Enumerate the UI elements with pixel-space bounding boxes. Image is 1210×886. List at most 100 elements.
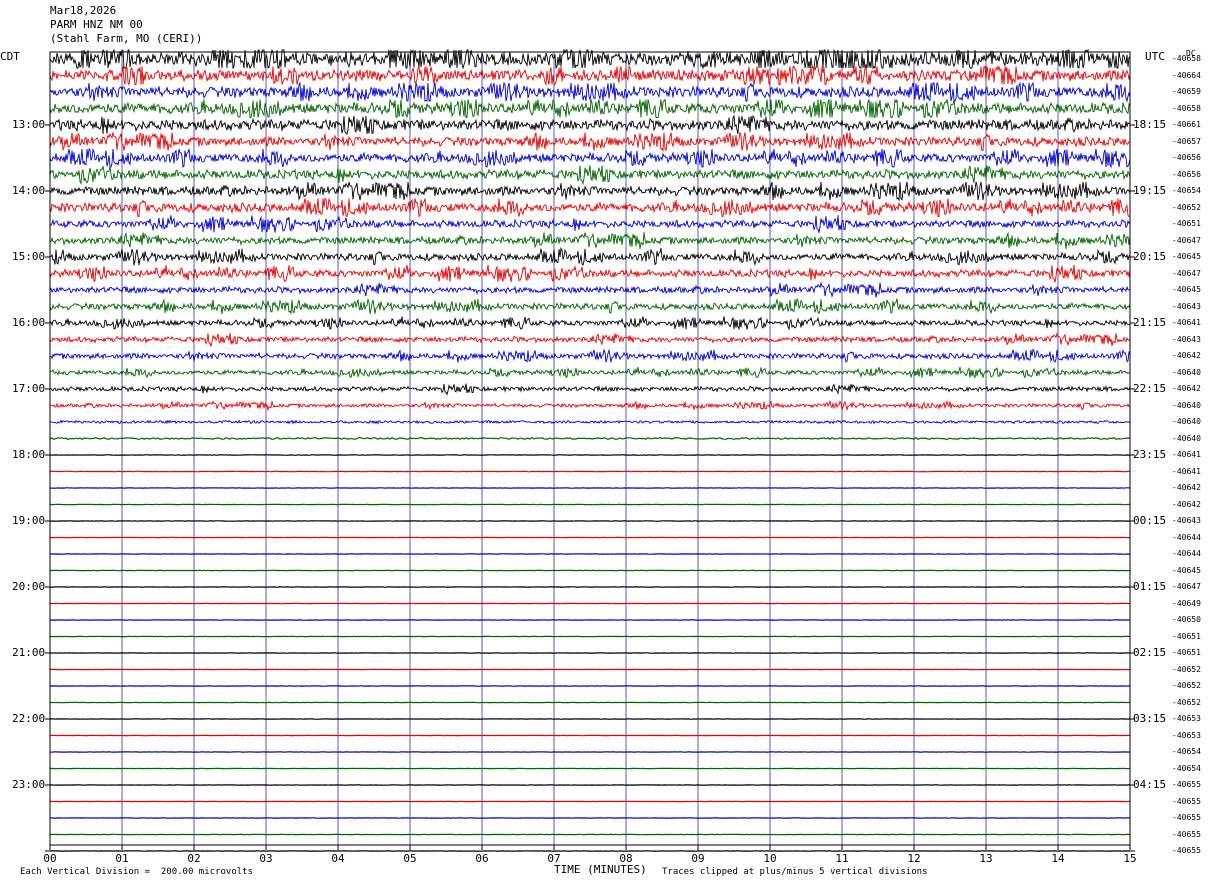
- dc-offset-label: -40642: [1172, 384, 1201, 393]
- dc-offset-label: -40657: [1172, 136, 1201, 146]
- dc-offset-label: -40655: [1172, 813, 1201, 822]
- dc-offset-label: -40651: [1172, 631, 1201, 641]
- x-tick-label: 02: [187, 852, 201, 865]
- seismic-trace: [49, 348, 1131, 363]
- x-tick-label: 15: [1123, 852, 1137, 865]
- seismogram-plot: [45, 48, 1135, 852]
- seismic-trace: [49, 197, 1131, 218]
- dc-offset-label: -40655: [1172, 780, 1201, 789]
- dc-offset-label: -40645: [1172, 565, 1201, 575]
- dc-offset-label: -40640: [1172, 367, 1201, 377]
- dc-offset-label: -40650: [1172, 615, 1201, 624]
- x-tick-label: 11: [835, 852, 849, 865]
- seismic-trace: [49, 114, 1131, 136]
- seismic-trace: [49, 399, 1131, 412]
- seismic-trace: [49, 165, 1131, 186]
- dc-offset-label: -40647: [1172, 235, 1201, 245]
- x-tick-label: 10: [763, 852, 777, 865]
- left-hour-label: 18:00: [12, 448, 46, 461]
- seismic-trace: [49, 419, 1131, 425]
- x-tick-label: 12: [907, 852, 921, 865]
- seismic-trace: [49, 366, 1131, 379]
- seismic-trace: [49, 316, 1131, 331]
- seismic-trace: [49, 520, 1131, 522]
- dc-offset-label: -40642: [1172, 499, 1201, 509]
- dc-offset-label: -40644: [1172, 549, 1201, 558]
- seismic-trace: [49, 81, 1131, 103]
- seismic-trace: [49, 454, 1131, 456]
- dc-offset-label: -40647: [1172, 582, 1201, 591]
- dc-offset-label: -40652: [1172, 664, 1201, 674]
- dc-offset-label: -40641: [1172, 318, 1201, 327]
- dc-offset-label: -40655: [1172, 846, 1201, 855]
- x-tick-label: 06: [475, 852, 489, 865]
- x-tick-label: 00: [43, 852, 57, 865]
- right-hour-label: 21:15: [1133, 316, 1167, 329]
- dc-offset-label: -40655: [1172, 829, 1201, 839]
- dc-offset-label: -40647: [1172, 268, 1201, 278]
- right-hour-label: 18:15: [1133, 118, 1167, 131]
- seismic-trace: [49, 281, 1131, 299]
- dc-offset-label: -40656: [1172, 169, 1201, 179]
- x-tick-label: 03: [259, 852, 273, 865]
- left-hour-label: 16:00: [12, 316, 46, 329]
- x-tick-label: 09: [691, 852, 705, 865]
- seismic-trace: [49, 264, 1131, 283]
- seismic-trace: [50, 503, 1131, 506]
- dc-offset-label: -40654: [1172, 186, 1201, 195]
- dc-offset-label: -40642: [1172, 351, 1201, 360]
- seismic-trace: [49, 246, 1131, 267]
- dc-offset-label: -40654: [1172, 747, 1201, 756]
- dc-offset-label: -40651: [1172, 648, 1201, 657]
- right-hour-label: 22:15: [1133, 382, 1167, 395]
- dc-offset-label: -40641: [1172, 466, 1201, 476]
- seismic-trace: [49, 132, 1131, 153]
- x-tick-label: 04: [331, 852, 345, 865]
- dc-offset-label: -40645: [1172, 285, 1201, 294]
- left-hour-label: 20:00: [12, 580, 46, 593]
- dc-offset-label: -40641: [1172, 450, 1201, 459]
- right-hour-label: 00:15: [1133, 514, 1167, 527]
- dc-offset-label: -40658: [1172, 54, 1201, 63]
- dc-offset-label: -40640: [1172, 433, 1201, 443]
- left-hour-label: 23:00: [12, 778, 46, 791]
- dc-offset-label: -40644: [1172, 532, 1201, 542]
- dc-offset-label: -40656: [1172, 153, 1201, 162]
- right-hour-label: 01:15: [1133, 580, 1167, 593]
- seismic-trace: [49, 536, 1131, 539]
- seismic-trace: [49, 383, 1131, 396]
- dc-offset-label: -40655: [1172, 796, 1201, 806]
- dc-offset-label: -40652: [1172, 202, 1201, 212]
- dc-offset-label: -40653: [1172, 714, 1201, 723]
- seismic-trace: [49, 297, 1131, 315]
- seismic-trace: [49, 181, 1131, 202]
- seismic-trace: [49, 98, 1131, 119]
- left-hour-label: 19:00: [12, 514, 46, 527]
- dc-offset-label: -40652: [1172, 681, 1201, 690]
- seismic-trace: [49, 231, 1131, 250]
- seismic-trace: [49, 48, 1131, 70]
- dc-offset-label: -40642: [1172, 483, 1201, 492]
- left-hour-label: 13:00: [12, 118, 46, 131]
- right-hour-label: 04:15: [1133, 778, 1167, 791]
- clip-note: Traces clipped at plus/minus 5 vertical …: [662, 867, 928, 877]
- left-hour-label: 15:00: [12, 250, 46, 263]
- x-tick-label: 01: [115, 852, 129, 865]
- right-hour-label: 23:15: [1133, 448, 1167, 461]
- seismic-trace: [49, 215, 1131, 233]
- dc-offset-label: -40645: [1172, 252, 1201, 261]
- dc-offset-label: -40664: [1172, 70, 1201, 80]
- dc-offset-label: -40661: [1172, 120, 1201, 129]
- right-hour-label: 02:15: [1133, 646, 1167, 659]
- vertical-scale-note: Each Vertical Division = 200.00 microvol…: [20, 867, 253, 877]
- left-hour-label: 14:00: [12, 184, 46, 197]
- dc-offset-label: -40653: [1172, 730, 1201, 740]
- dc-offset-label: -40640: [1172, 417, 1201, 426]
- seismic-trace: [49, 332, 1131, 348]
- seismic-trace: [49, 148, 1131, 169]
- dc-offset-label: -40643: [1172, 301, 1201, 311]
- seismic-trace: [49, 436, 1131, 441]
- dc-offset-label: -40643: [1172, 516, 1201, 525]
- dc-offset-label: -40649: [1172, 598, 1201, 608]
- right-hour-label: 20:15: [1133, 250, 1167, 263]
